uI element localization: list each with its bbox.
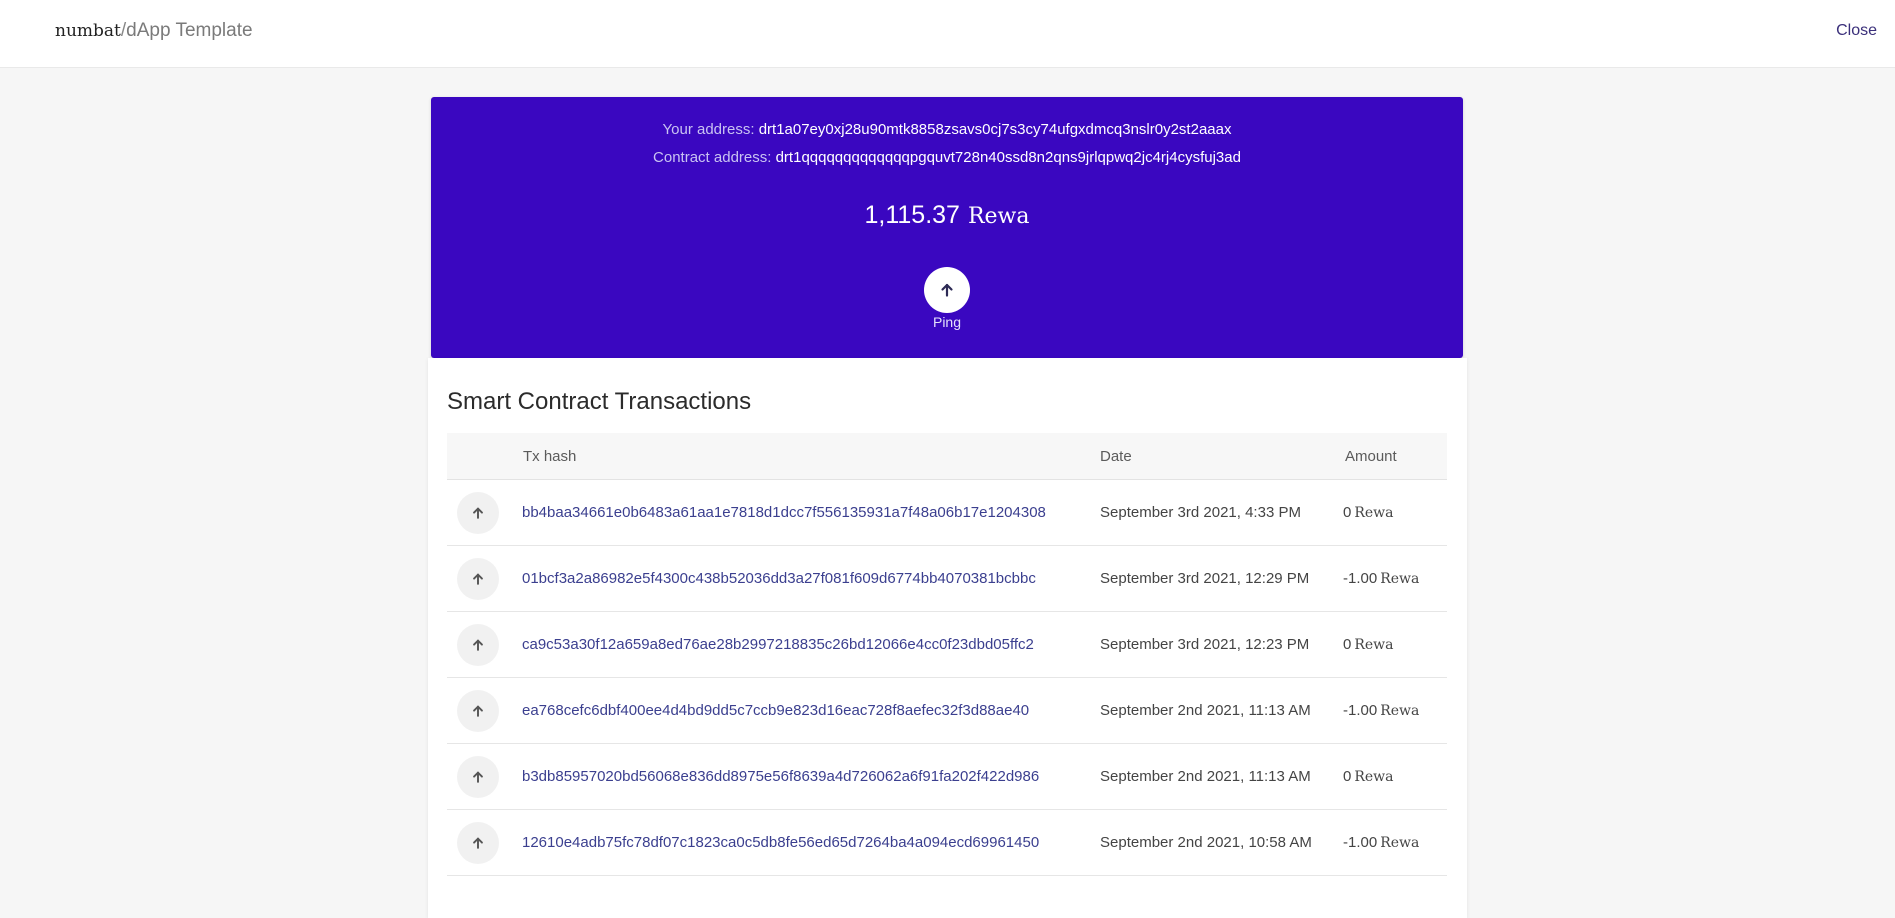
your-address-row: Your address: drt1a07ey0xj28u90mtk8858zs… bbox=[431, 121, 1463, 138]
tx-amount: 0 Rewa bbox=[1343, 636, 1394, 653]
tx-hash-link[interactable]: ca9c53a30f12a659a8ed76ae28b2997218835c26… bbox=[522, 636, 1034, 653]
arrow-up-icon bbox=[473, 705, 483, 717]
tx-amount-token: Rewa bbox=[1380, 835, 1420, 851]
close-link[interactable]: Close bbox=[1836, 22, 1877, 40]
tx-amount-token: Rewa bbox=[1354, 637, 1394, 653]
your-address-label: Your address: bbox=[662, 121, 755, 138]
balance-token: Rewa bbox=[967, 204, 1030, 229]
tx-direction-badge bbox=[457, 558, 499, 600]
contract-address-value: drt1qqqqqqqqqqqqqpgquvt728n40ssd8n2qns9j… bbox=[775, 149, 1241, 166]
arrow-up-icon bbox=[941, 283, 953, 297]
contract-address-label: Contract address: bbox=[653, 149, 772, 166]
table-row: bb4baa34661e0b6483a61aa1e7818d1dcc7f5561… bbox=[447, 480, 1447, 546]
table-row: 01bcf3a2a86982e5f4300c438b52036dd3a27f08… bbox=[447, 546, 1447, 612]
tx-amount-token: Rewa bbox=[1380, 703, 1420, 719]
transactions-card: Smart Contract Transactions Tx hash Date… bbox=[428, 358, 1467, 918]
account-panel: Your address: drt1a07ey0xj28u90mtk8858zs… bbox=[431, 97, 1463, 358]
column-header-hash: Tx hash bbox=[523, 448, 577, 465]
tx-amount: -1.00 Rewa bbox=[1343, 702, 1419, 719]
tx-amount-value: -1.00 bbox=[1343, 834, 1378, 851]
tx-direction-badge bbox=[457, 756, 499, 798]
balance: 1,115.37 Rewa bbox=[431, 201, 1463, 230]
tx-date: September 3rd 2021, 12:23 PM bbox=[1100, 636, 1310, 653]
tx-date: September 2nd 2021, 11:13 AM bbox=[1100, 702, 1311, 719]
tx-hash-link[interactable]: 01bcf3a2a86982e5f4300c438b52036dd3a27f08… bbox=[522, 570, 1036, 587]
ping-button[interactable] bbox=[924, 267, 970, 313]
table-row: ea768cefc6dbf400ee4d4bd9dd5c7ccb9e823d16… bbox=[447, 678, 1447, 744]
transactions-title: Smart Contract Transactions bbox=[447, 388, 752, 415]
table-row: b3db85957020bd56068e836dd8975e56f8639a4d… bbox=[447, 744, 1447, 810]
tx-amount-token: Rewa bbox=[1380, 571, 1420, 587]
tx-hash-link[interactable]: b3db85957020bd56068e836dd8975e56f8639a4d… bbox=[522, 768, 1039, 785]
tx-amount: -1.00 Rewa bbox=[1343, 834, 1419, 851]
tx-date: September 2nd 2021, 11:13 AM bbox=[1100, 768, 1311, 785]
arrow-up-icon bbox=[473, 771, 483, 783]
arrow-up-icon bbox=[473, 639, 483, 651]
tx-amount: 0 Rewa bbox=[1343, 504, 1394, 521]
brand[interactable]: numbat/dApp Template bbox=[55, 20, 253, 42]
tx-date: September 3rd 2021, 4:33 PM bbox=[1100, 504, 1301, 521]
tx-date: September 3rd 2021, 12:29 PM bbox=[1100, 570, 1310, 587]
arrow-up-icon bbox=[473, 573, 483, 585]
tx-date: September 2nd 2021, 10:58 AM bbox=[1100, 834, 1312, 851]
your-address-value: drt1a07ey0xj28u90mtk8858zsavs0cj7s3cy74u… bbox=[758, 121, 1232, 138]
tx-direction-badge bbox=[457, 822, 499, 864]
tx-amount-value: -1.00 bbox=[1343, 570, 1378, 587]
tx-direction-badge bbox=[457, 492, 499, 534]
brand-logo: numbat bbox=[55, 21, 121, 41]
column-header-amount: Amount bbox=[1345, 448, 1397, 465]
tx-amount-token: Rewa bbox=[1354, 769, 1394, 785]
contract-address-row: Contract address: drt1qqqqqqqqqqqqqpgquv… bbox=[431, 149, 1463, 166]
tx-hash-link[interactable]: bb4baa34661e0b6483a61aa1e7818d1dcc7f5561… bbox=[522, 504, 1046, 521]
column-header-date: Date bbox=[1100, 448, 1132, 465]
table-row: ca9c53a30f12a659a8ed76ae28b2997218835c26… bbox=[447, 612, 1447, 678]
tx-hash-link[interactable]: 12610e4adb75fc78df07c1823ca0c5db8fe56ed6… bbox=[522, 834, 1039, 851]
tx-hash-link[interactable]: ea768cefc6dbf400ee4d4bd9dd5c7ccb9e823d16… bbox=[522, 702, 1029, 719]
arrow-up-icon bbox=[473, 837, 483, 849]
table-row: 12610e4adb75fc78df07c1823ca0c5db8fe56ed6… bbox=[447, 810, 1447, 876]
app-name: dApp Template bbox=[126, 20, 253, 41]
top-navbar: numbat/dApp Template Close bbox=[0, 0, 1895, 68]
tx-amount-value: 0 bbox=[1343, 504, 1352, 521]
arrow-up-icon bbox=[473, 507, 483, 519]
tx-amount: 0 Rewa bbox=[1343, 768, 1394, 785]
tx-amount-value: -1.00 bbox=[1343, 702, 1378, 719]
tx-direction-badge bbox=[457, 624, 499, 666]
table-header: Tx hash Date Amount bbox=[447, 433, 1447, 480]
ping-label: Ping bbox=[932, 314, 962, 330]
tx-amount-value: 0 bbox=[1343, 768, 1352, 785]
tx-amount: -1.00 Rewa bbox=[1343, 570, 1419, 587]
balance-amount: 1,115.37 bbox=[864, 201, 960, 229]
tx-direction-badge bbox=[457, 690, 499, 732]
tx-amount-value: 0 bbox=[1343, 636, 1352, 653]
tx-amount-token: Rewa bbox=[1354, 505, 1394, 521]
